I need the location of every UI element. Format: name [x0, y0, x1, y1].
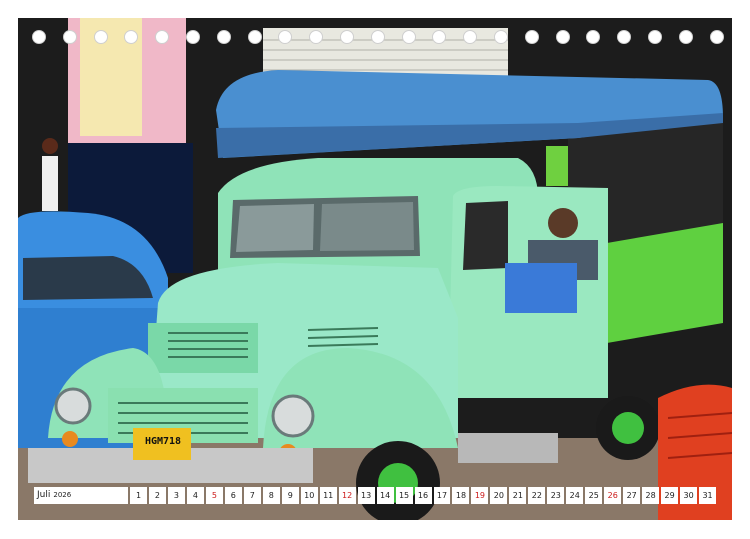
binding-hole	[401, 30, 416, 44]
binding-hole	[555, 30, 570, 44]
binding-hole	[186, 30, 200, 44]
binding-hole	[309, 30, 324, 44]
day-cell: 25	[585, 487, 603, 504]
binding-hole	[155, 30, 170, 44]
door-patch	[505, 263, 577, 313]
day-cell: 10	[300, 487, 318, 504]
month-label: Juli 2026	[34, 487, 128, 504]
day-cell: 21	[509, 487, 527, 504]
day-cell: 16	[414, 487, 432, 504]
binding-hole	[278, 30, 293, 44]
day-cell: 18	[452, 487, 470, 504]
day-cell: 12	[338, 487, 356, 504]
day-cell: 14	[376, 487, 394, 504]
spiral-binding-holes	[18, 30, 732, 48]
day-cell: 28	[642, 487, 660, 504]
binding-hole	[370, 30, 385, 44]
binding-hole	[586, 30, 601, 44]
binding-hole	[524, 30, 539, 44]
binding-hole	[678, 30, 693, 44]
day-cell: 23	[547, 487, 565, 504]
day-cell: 22	[528, 487, 546, 504]
day-cell: 30	[680, 487, 698, 504]
day-cell: 6	[224, 487, 242, 504]
binding-hole	[247, 30, 262, 44]
day-cell: 31	[699, 487, 717, 504]
binding-hole	[617, 30, 632, 44]
binding-hole	[648, 30, 662, 44]
license-plate-text: HGM718	[144, 436, 182, 447]
day-cell: 15	[395, 487, 413, 504]
day-cell: 20	[490, 487, 508, 504]
right-headlight	[271, 394, 315, 438]
day-cell: 1	[130, 487, 147, 504]
day-cell: 2	[148, 487, 166, 504]
binding-hole	[340, 30, 354, 44]
binding-hole	[62, 30, 77, 44]
binding-hole	[709, 30, 724, 44]
day-cell: 5	[205, 487, 223, 504]
day-cell: 3	[167, 487, 185, 504]
year-label: 2026	[53, 491, 72, 499]
binding-hole	[494, 30, 508, 44]
day-cell: 8	[262, 487, 280, 504]
calendar-page: HGM718 Juli 2026 1 2 3 4 5 6 7 8 9 10 11 12 13 14 15 16 1…	[0, 0, 750, 539]
binding-hole	[32, 30, 46, 44]
binding-hole	[463, 30, 478, 44]
day-cell: 13	[357, 487, 375, 504]
binding-hole	[216, 30, 231, 44]
binding-hole	[124, 30, 139, 44]
day-cell: 26	[604, 487, 622, 504]
day-cell: 24	[566, 487, 584, 504]
day-cell: 19	[471, 487, 489, 504]
date-strip: Juli 2026 1 2 3 4 5 6 7 8 9 10 11 12 13 14 15 16 17 18 19 20…	[34, 487, 717, 504]
day-cell: 4	[186, 487, 204, 504]
day-cell: 11	[319, 487, 337, 504]
day-cell: 17	[433, 487, 451, 504]
day-cell: 9	[281, 487, 299, 504]
day-cell: 7	[243, 487, 261, 504]
month-name: Juli	[37, 490, 51, 500]
left-headlight	[54, 387, 92, 425]
truck-photo: HGM718	[18, 18, 732, 520]
day-cell: 29	[661, 487, 679, 504]
binding-hole	[93, 30, 108, 44]
binding-hole	[432, 30, 447, 44]
day-cell: 27	[623, 487, 641, 504]
